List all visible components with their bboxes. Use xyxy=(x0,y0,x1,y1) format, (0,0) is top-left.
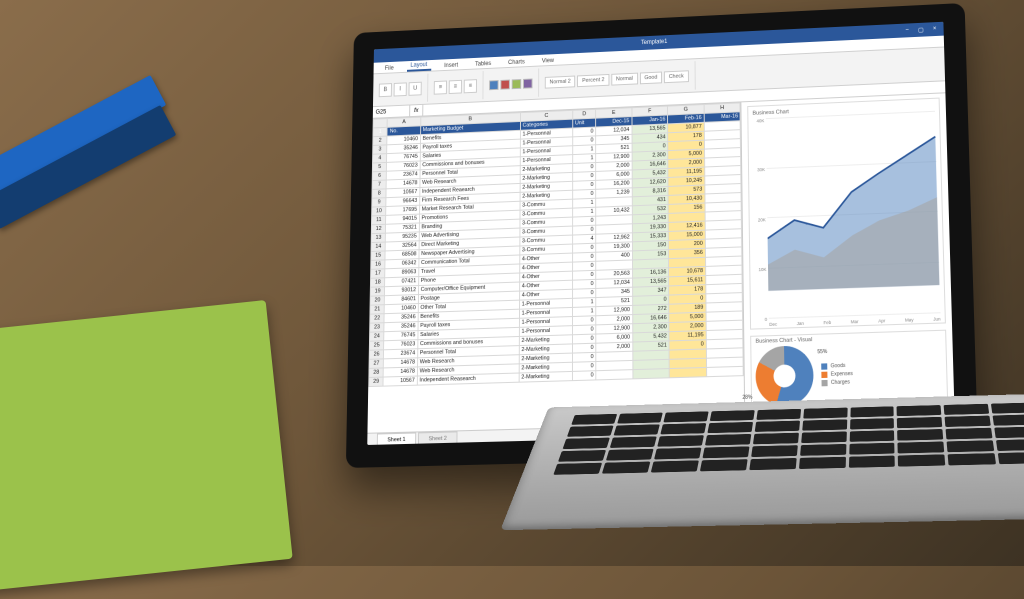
laptop: Template1 − ▢ × File Layout Insert Table… xyxy=(286,0,1024,599)
ytick: 20K xyxy=(752,217,766,223)
xtick: Mar xyxy=(851,319,859,324)
tab-tables[interactable]: Tables xyxy=(471,61,495,69)
spreadsheet-app: Template1 − ▢ × File Layout Insert Table… xyxy=(367,22,955,445)
cell[interactable] xyxy=(706,366,743,376)
row-number[interactable]: 29 xyxy=(369,377,384,387)
pie-pct-2: 28% xyxy=(742,395,752,401)
theme-color-green[interactable] xyxy=(512,79,521,89)
minimize-icon[interactable]: − xyxy=(902,27,912,34)
align-center-icon[interactable]: ≡ xyxy=(449,79,462,93)
maximize-icon[interactable]: ▢ xyxy=(916,26,926,33)
sheet-tab-2[interactable]: Sheet 2 xyxy=(418,431,458,443)
underline-button[interactable]: U xyxy=(409,81,422,95)
cell[interactable]: 2-Marketing xyxy=(519,371,572,382)
workbook-area: A B C D E F G H 1No.Marketing BudgetCate… xyxy=(367,93,954,432)
spreadsheet-grid[interactable]: A B C D E F G H 1No.Marketing BudgetCate… xyxy=(367,102,744,432)
xtick: Dec xyxy=(769,322,777,327)
close-icon[interactable]: × xyxy=(930,25,940,32)
align-left-icon[interactable]: ≡ xyxy=(434,80,447,94)
tab-view[interactable]: View xyxy=(538,58,558,66)
style-normal2[interactable]: Normal 2 xyxy=(545,75,576,88)
style-percent2[interactable]: Percent 2 xyxy=(577,73,609,86)
theme-color-blue[interactable] xyxy=(489,80,498,90)
tab-charts[interactable]: Charts xyxy=(504,59,528,67)
book xyxy=(0,105,176,229)
theme-color-red[interactable] xyxy=(500,79,509,89)
xtick: May xyxy=(905,317,914,322)
xtick: Jan xyxy=(797,321,804,326)
xtick: Jun xyxy=(933,316,940,321)
styles-group: Normal 2 Percent 2 Normal Good Check xyxy=(545,61,696,96)
pie-title: Business Chart - Visual xyxy=(756,337,813,345)
tab-layout[interactable]: Layout xyxy=(407,62,431,72)
window-controls: − ▢ × xyxy=(902,25,940,34)
ytick: 10K xyxy=(753,267,767,273)
pie-legend: Goods Expenses Charges xyxy=(822,363,853,387)
plot-area xyxy=(766,111,940,318)
align-group: ≡ ≡ ≡ xyxy=(434,71,484,101)
cell[interactable]: 0 xyxy=(572,371,596,381)
style-normal[interactable]: Normal xyxy=(611,72,638,85)
cell[interactable] xyxy=(633,369,670,379)
legend-swatch xyxy=(822,372,828,378)
dictionary-book xyxy=(0,75,166,199)
legend-label: Goods xyxy=(831,363,846,370)
name-box[interactable]: G25 xyxy=(373,105,410,117)
area-series xyxy=(766,111,940,291)
cell[interactable] xyxy=(596,370,633,380)
legend-label: Expenses xyxy=(831,371,853,378)
chart-pane: Business Chart 40K 30K 20K 10K 0 xyxy=(741,93,955,422)
green-notebook xyxy=(0,300,293,592)
align-right-icon[interactable]: ≡ xyxy=(464,79,477,93)
row-number[interactable]: 27 xyxy=(369,359,384,369)
tab-insert[interactable]: Insert xyxy=(440,62,462,70)
ytick: 40K xyxy=(751,118,765,124)
bold-button[interactable]: B xyxy=(379,83,392,97)
style-check[interactable]: Check xyxy=(664,70,689,83)
cell[interactable]: 10567 xyxy=(383,376,417,386)
italic-button[interactable]: I xyxy=(394,82,407,96)
row-number[interactable]: 24 xyxy=(369,332,384,342)
xtick: Apr xyxy=(878,318,885,323)
area-chart[interactable]: Business Chart 40K 30K 20K 10K 0 xyxy=(748,98,946,330)
legend-swatch xyxy=(822,380,828,386)
legend-label: Charges xyxy=(831,379,850,386)
theme-color-purple[interactable] xyxy=(523,78,532,88)
ytick: 30K xyxy=(751,167,765,173)
cell[interactable] xyxy=(669,367,706,377)
pie-graphic: 55% 28% xyxy=(756,345,815,407)
theme-group xyxy=(489,68,539,99)
xtick: Feb xyxy=(823,320,831,325)
worksheet-table[interactable]: A B C D E F G H 1No.Marketing BudgetCate… xyxy=(368,102,744,387)
y-axis: 40K 30K 20K 10K 0 xyxy=(751,118,768,322)
tab-file[interactable]: File xyxy=(381,65,398,73)
sheet-tab-1[interactable]: Sheet 1 xyxy=(377,432,416,444)
laptop-keyboard xyxy=(500,388,1024,530)
style-good[interactable]: Good xyxy=(640,71,663,84)
window-title: Template1 xyxy=(641,39,667,46)
row-number[interactable]: 28 xyxy=(369,368,384,378)
pie-pct-1: 55% xyxy=(817,349,827,356)
cell[interactable]: Independent Reasearch xyxy=(417,373,519,385)
font-group: B I U xyxy=(379,74,429,104)
row-number[interactable]: 26 xyxy=(369,350,384,360)
ytick: 0 xyxy=(753,317,767,323)
legend-swatch xyxy=(822,363,828,369)
fx-icon[interactable]: fx xyxy=(410,105,423,116)
row-number[interactable]: 25 xyxy=(369,341,384,351)
